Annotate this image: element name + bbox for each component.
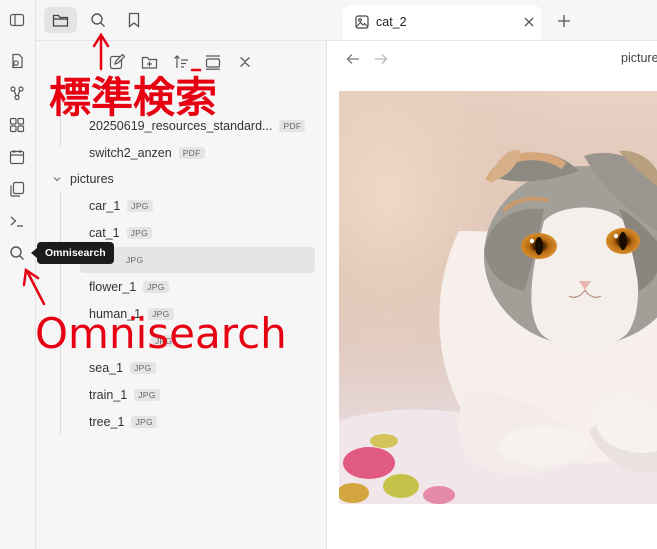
folder-item-pictures[interactable]: pictures [52,166,114,192]
new-folder-icon[interactable] [139,52,159,72]
search-icon[interactable] [5,242,29,264]
file-item-active[interactable]: JPG [80,247,315,273]
file-item[interactable]: tree_1 JPG [89,409,157,435]
file-name: sea_1 [89,361,124,375]
file-item[interactable]: train_1 JPG [89,382,160,408]
file-explorer-toolbar [36,50,326,74]
annotation-standard-search: 標準検索 [49,73,218,122]
bookmark-icon[interactable] [124,10,144,30]
sidebar-tab-header [36,0,362,41]
image-icon [355,15,369,29]
file-name: flower_1 [89,280,137,294]
file-item[interactable]: sea_1 JPG [89,355,156,381]
file-ext-badge: JPG [134,389,160,401]
breadcrumb[interactable]: picture [621,51,657,65]
file-ext-badge: JPG [122,254,148,266]
folder-icon[interactable] [44,7,77,33]
file-item[interactable]: flower_1 JPG [89,274,169,300]
templates-icon[interactable] [5,178,29,200]
annotation-omnisearch: Omnisearch [35,309,287,358]
tab-bar: cat_2 [327,0,657,41]
file-name: cat_1 [89,226,120,240]
quick-switcher-icon[interactable] [5,50,29,72]
file-ext-badge: PDF [178,147,205,159]
sidebar-toggle-icon[interactable] [5,9,29,31]
collapse-icon[interactable] [203,52,223,72]
cat-image [339,91,657,504]
arrow-right-icon[interactable] [373,51,389,67]
file-name: car_1 [89,199,121,213]
file-ext-badge: JPG [131,416,157,428]
file-name: tree_1 [89,415,125,429]
file-ext-badge: PDF [279,120,306,132]
close-icon[interactable] [235,52,255,72]
file-ext-badge: JPG [143,281,169,293]
file-name: switch2_anzen [89,146,172,160]
file-ext-badge: JPG [126,227,153,239]
new-note-icon[interactable] [107,52,127,72]
left-ribbon [0,0,36,549]
graph-icon[interactable] [5,82,29,104]
sort-icon[interactable] [171,52,191,72]
plus-icon[interactable] [555,12,573,30]
tab-cat-2[interactable]: cat_2 [343,5,541,40]
omnisearch-tooltip: Omnisearch [31,242,114,264]
search-icon[interactable] [88,10,108,30]
close-icon[interactable] [523,16,535,28]
file-ext-badge: JPG [130,362,156,374]
file-ext-badge: JPG [127,200,153,212]
chevron-down-icon [52,174,62,184]
arrow-left-icon[interactable] [345,51,361,67]
file-item[interactable]: car_1 JPG [89,193,153,219]
tab-title: cat_2 [376,15,407,29]
file-name: train_1 [89,388,128,402]
canvas-icon[interactable] [5,114,29,136]
calendar-icon[interactable] [5,146,29,168]
terminal-icon[interactable] [5,210,29,232]
file-item[interactable]: switch2_anzen PDF [89,140,205,166]
folder-name: pictures [70,172,114,186]
